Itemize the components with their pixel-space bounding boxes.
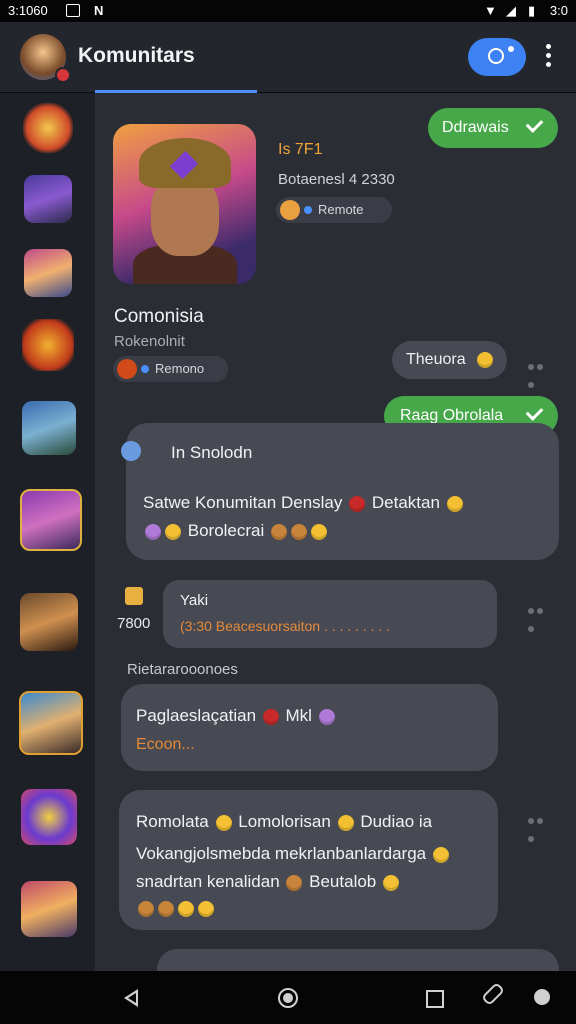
message-text: Paglaeslaçatian Mkl [136, 706, 337, 726]
emoji-row [136, 898, 216, 918]
message-text: Satwe Konumitan Denslay Detaktan [143, 493, 465, 513]
message-bubble[interactable]: Paglaeslaçatian Mkl Ecoon... [121, 684, 498, 771]
more-dots-icon[interactable] [528, 811, 552, 842]
message-bubble[interactable] [157, 949, 559, 971]
message-snippet: (3:30 Beacesuorsaiton . . . . . . . . . [180, 618, 391, 634]
section-label: Rietararooonoes [127, 661, 238, 678]
sidebar-item-6[interactable] [20, 489, 82, 551]
check-icon [525, 115, 544, 133]
heart-icon [262, 708, 279, 725]
sidebar-item-8[interactable] [19, 691, 83, 755]
system-nav-bar [0, 971, 576, 1024]
message-bubble[interactable]: Yaki (3:30 Beacesuorsaiton . . . . . . .… [163, 580, 497, 648]
expand-icon[interactable] [121, 441, 141, 461]
smile-emoji-icon [311, 523, 328, 540]
sidebar-item-7[interactable] [20, 593, 78, 651]
message-title: Yaki [180, 592, 209, 609]
message-text-2: Vokangjolsmebda mekrlanbanlardarga [136, 844, 451, 864]
message-bubble[interactable]: In Snolodn Satwe Konumitan Denslay Detak… [126, 423, 559, 560]
smile-emoji-icon [477, 352, 493, 368]
home-icon-dot [283, 993, 293, 1003]
community-subtitle: Botaenesl 4 2330 [278, 171, 395, 188]
status-time: 3:1060 [8, 3, 48, 18]
notification-badge [55, 67, 71, 83]
community-role: Rokenolnit [114, 333, 185, 350]
smile-emoji-icon [383, 874, 399, 891]
trophy-icon [125, 587, 143, 605]
more-dots-icon[interactable] [528, 601, 552, 632]
status-time-right: 3:0 [549, 3, 568, 18]
screenshot-icon [66, 4, 80, 17]
message-snippet: Ecoon... [136, 736, 195, 753]
community-hero-image[interactable] [113, 124, 256, 284]
emoji-icon [145, 523, 161, 540]
link-icon[interactable] [480, 981, 506, 1007]
emoji-icon [271, 523, 288, 540]
page-title: Komunitars [78, 44, 195, 67]
message-header: In Snolodn [171, 443, 253, 462]
message-text-3: snadrtan kenalidan Beutalob [136, 872, 401, 892]
main-feed: Is 7F1 Botaenesl 4 2330 Remote Ddrawais … [95, 93, 576, 971]
sidebar-item-4[interactable] [22, 319, 74, 371]
smile-emoji-icon [165, 523, 181, 540]
sidebar-item-3[interactable] [24, 249, 72, 297]
emoji-icon [117, 359, 137, 379]
signal-icon: ◢ [506, 3, 516, 18]
online-dot-icon [141, 365, 149, 373]
smile-emoji-icon [446, 495, 463, 512]
community-sidebar [0, 93, 95, 971]
member-stat: Is 7F1 [278, 141, 323, 158]
sidebar-item-5[interactable] [22, 401, 76, 455]
more-options-icon[interactable] [546, 44, 552, 70]
app-bar: Komunitars [0, 22, 576, 92]
message-text-2: Borolecrai [143, 521, 329, 541]
sidebar-item-2[interactable] [24, 175, 72, 223]
battery-icon: ▮ [528, 3, 536, 18]
sidebar-item-10[interactable] [21, 881, 77, 937]
role-pill[interactable]: Remono [113, 356, 228, 382]
smile-emoji-icon [432, 846, 449, 863]
online-dot-icon [304, 206, 312, 214]
message-text: Romolata Lomolorisan Dudiao ia [136, 812, 433, 831]
emoji-icon [286, 874, 303, 891]
sidebar-item-9[interactable] [21, 789, 77, 845]
community-name: Comonisia [114, 306, 204, 327]
sidebar-item-1[interactable] [23, 103, 73, 153]
search-indicator [508, 46, 514, 52]
smile-emoji-icon [337, 814, 354, 831]
heart-icon [349, 495, 366, 512]
search-button[interactable] [468, 38, 526, 76]
emoji-icon [291, 523, 308, 540]
status-bar: 3:1060 N ▼ ◢ ▮ 3:0 [0, 0, 576, 22]
more-dots-icon[interactable] [528, 357, 552, 388]
emoji-icon [318, 708, 335, 725]
search-icon [488, 48, 504, 64]
wifi-icon: ▼ [484, 3, 497, 18]
status-button[interactable]: Ddrawais [428, 108, 558, 148]
back-icon-inner [128, 993, 136, 1003]
remote-pill[interactable]: Remote [276, 197, 392, 223]
check-icon [525, 403, 544, 421]
recents-icon[interactable] [426, 990, 444, 1008]
emoji-icon [280, 200, 300, 220]
notification-icon: N [94, 3, 104, 18]
assistant-icon[interactable] [534, 989, 550, 1005]
smile-emoji-icon [215, 814, 232, 831]
grey-chip[interactable]: Theuora [392, 341, 507, 379]
message-bubble[interactable]: Romolata Lomolorisan Dudiao ia Vokangjol… [119, 790, 498, 930]
message-meta: 7800 [117, 615, 151, 632]
